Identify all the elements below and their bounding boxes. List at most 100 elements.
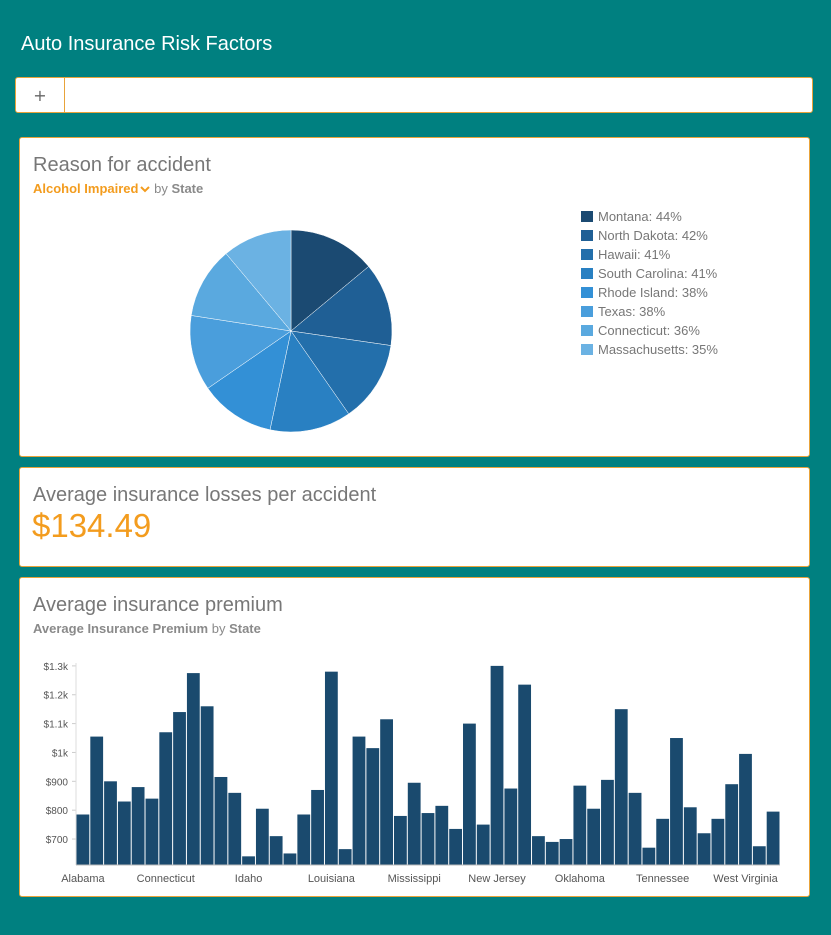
legend-item[interactable]: Montana: 44% bbox=[581, 207, 718, 226]
x-tick-label: Louisiana bbox=[308, 873, 356, 885]
bar-georgia[interactable] bbox=[214, 776, 228, 865]
bar-delaware[interactable] bbox=[173, 712, 186, 865]
bar-hawaii[interactable] bbox=[228, 792, 242, 865]
bar-utah[interactable] bbox=[683, 807, 697, 865]
bar-nevada[interactable] bbox=[463, 723, 476, 865]
bar-illinois[interactable] bbox=[255, 808, 269, 865]
y-tick-label: $1.1k bbox=[44, 720, 69, 731]
bar-michigan[interactable] bbox=[380, 719, 393, 865]
legend-swatch bbox=[581, 211, 593, 222]
losses-value: $134.49 bbox=[32, 507, 152, 544]
bar-idaho[interactable] bbox=[242, 856, 255, 865]
legend-label: South Carolina: 41% bbox=[598, 266, 718, 281]
bar-florida[interactable] bbox=[200, 706, 214, 865]
x-tick-label: Connecticut bbox=[137, 873, 195, 885]
losses-card: Average insurance losses per accident $1… bbox=[19, 467, 810, 567]
legend-label: Montana: 44% bbox=[598, 209, 682, 224]
bar-south-carolina[interactable] bbox=[628, 792, 642, 865]
legend-label: Rhode Island: 38% bbox=[598, 285, 708, 300]
legend-label: Texas: 38% bbox=[598, 304, 666, 319]
bar-ohio[interactable] bbox=[559, 839, 573, 865]
bar-indiana[interactable] bbox=[269, 836, 283, 865]
legend-swatch bbox=[581, 306, 593, 317]
accident-card: Reason for accident Alcohol Impaired by … bbox=[19, 137, 810, 457]
bar-mississippi[interactable] bbox=[407, 782, 421, 865]
bar-montana[interactable] bbox=[435, 805, 449, 865]
premium-card-title: Average insurance premium bbox=[33, 594, 283, 616]
legend-item[interactable]: Massachusetts: 35% bbox=[581, 340, 718, 359]
bar-nebraska[interactable] bbox=[449, 828, 463, 865]
legend-swatch bbox=[581, 344, 593, 355]
bar-alaska[interactable] bbox=[90, 736, 104, 865]
bar-oklahoma[interactable] bbox=[573, 785, 587, 865]
bar-district-of-columbia[interactable] bbox=[186, 673, 200, 865]
bar-north-dakota[interactable] bbox=[545, 841, 559, 865]
bar-arkansas[interactable] bbox=[117, 801, 131, 865]
app-title: Auto Insurance Risk Factors bbox=[21, 33, 273, 55]
bar-arizona[interactable] bbox=[104, 781, 117, 865]
y-tick-label: $900 bbox=[46, 777, 69, 788]
bar-vermont[interactable] bbox=[697, 833, 711, 865]
bar-new-york[interactable] bbox=[518, 684, 532, 865]
legend-label: North Dakota: 42% bbox=[598, 228, 708, 243]
bar-new-hampshire[interactable] bbox=[476, 824, 490, 865]
bar-kentucky[interactable] bbox=[311, 789, 324, 865]
y-tick-label: $1.3k bbox=[44, 662, 69, 673]
legend-item[interactable]: Texas: 38% bbox=[581, 302, 718, 321]
toolbar: + bbox=[15, 77, 813, 113]
bar-wyoming[interactable] bbox=[766, 811, 780, 865]
y-tick-label: $700 bbox=[46, 835, 69, 846]
bar-missouri[interactable] bbox=[421, 813, 435, 865]
premium-card: Average insurance premium Average Insura… bbox=[19, 577, 810, 897]
bar-louisiana[interactable] bbox=[324, 671, 338, 865]
legend-item[interactable]: North Dakota: 42% bbox=[581, 226, 718, 245]
bar-north-carolina[interactable] bbox=[532, 836, 545, 865]
bar-west-virginia[interactable] bbox=[739, 753, 752, 865]
bar-kansas[interactable] bbox=[297, 814, 311, 866]
legend-item[interactable]: South Carolina: 41% bbox=[581, 264, 718, 283]
legend-item[interactable]: Connecticut: 36% bbox=[581, 321, 718, 340]
x-tick-label: New Jersey bbox=[468, 873, 526, 885]
bar-new-mexico[interactable] bbox=[504, 788, 518, 865]
premium-subtitle: Average Insurance Premium by State bbox=[33, 621, 261, 636]
bar-connecticut[interactable] bbox=[159, 732, 173, 865]
bar-virginia[interactable] bbox=[711, 818, 725, 865]
group-by-label: State bbox=[229, 621, 261, 636]
bar-wisconsin[interactable] bbox=[752, 846, 766, 865]
pie-legend: Montana: 44% North Dakota: 42% Hawaii: 41%… bbox=[581, 207, 718, 359]
bar-chart: $700 $800 $900 $1k $1.1k $1.2k $1.3k Alabama Con… bbox=[44, 662, 780, 885]
bar-oregon[interactable] bbox=[587, 808, 601, 865]
legend-item[interactable]: Hawaii: 41% bbox=[581, 245, 718, 264]
legend-swatch bbox=[581, 249, 593, 260]
bar-alabama[interactable] bbox=[76, 814, 90, 866]
bar-washington[interactable] bbox=[725, 784, 739, 865]
bar-iowa[interactable] bbox=[283, 853, 297, 865]
legend-swatch bbox=[581, 230, 593, 241]
bar-south-dakota[interactable] bbox=[642, 847, 656, 865]
x-tick-label: Oklahoma bbox=[555, 873, 606, 885]
bar-tennessee[interactable] bbox=[656, 818, 670, 865]
x-tick-label: Idaho bbox=[235, 873, 263, 885]
x-tick-label: Tennessee bbox=[636, 873, 689, 885]
legend-label: Connecticut: 36% bbox=[598, 323, 700, 338]
x-tick-label: Alabama bbox=[61, 873, 105, 885]
legend-item[interactable]: Rhode Island: 38% bbox=[581, 283, 718, 302]
bar-maine[interactable] bbox=[338, 849, 352, 865]
bar-new-jersey[interactable] bbox=[490, 665, 504, 865]
legend-swatch bbox=[581, 287, 593, 298]
bar-texas[interactable] bbox=[670, 738, 683, 865]
legend-label: Hawaii: 41% bbox=[598, 247, 671, 262]
bar-massachusetts[interactable] bbox=[366, 748, 380, 865]
bar-rhode-island[interactable] bbox=[614, 709, 628, 865]
y-tick-label: $800 bbox=[46, 806, 69, 817]
legend-label: Massachusetts: 35% bbox=[598, 342, 718, 357]
bar-pennsylvania[interactable] bbox=[601, 779, 614, 865]
bar-minnesota[interactable] bbox=[393, 815, 407, 865]
y-tick-label: $1k bbox=[52, 748, 69, 759]
bar-maryland[interactable] bbox=[352, 736, 366, 865]
bar-colorado[interactable] bbox=[145, 798, 159, 865]
x-tick-label: Mississippi bbox=[388, 873, 441, 885]
legend-swatch bbox=[581, 268, 593, 279]
bar-california[interactable] bbox=[131, 787, 145, 865]
add-button[interactable]: + bbox=[16, 78, 65, 112]
